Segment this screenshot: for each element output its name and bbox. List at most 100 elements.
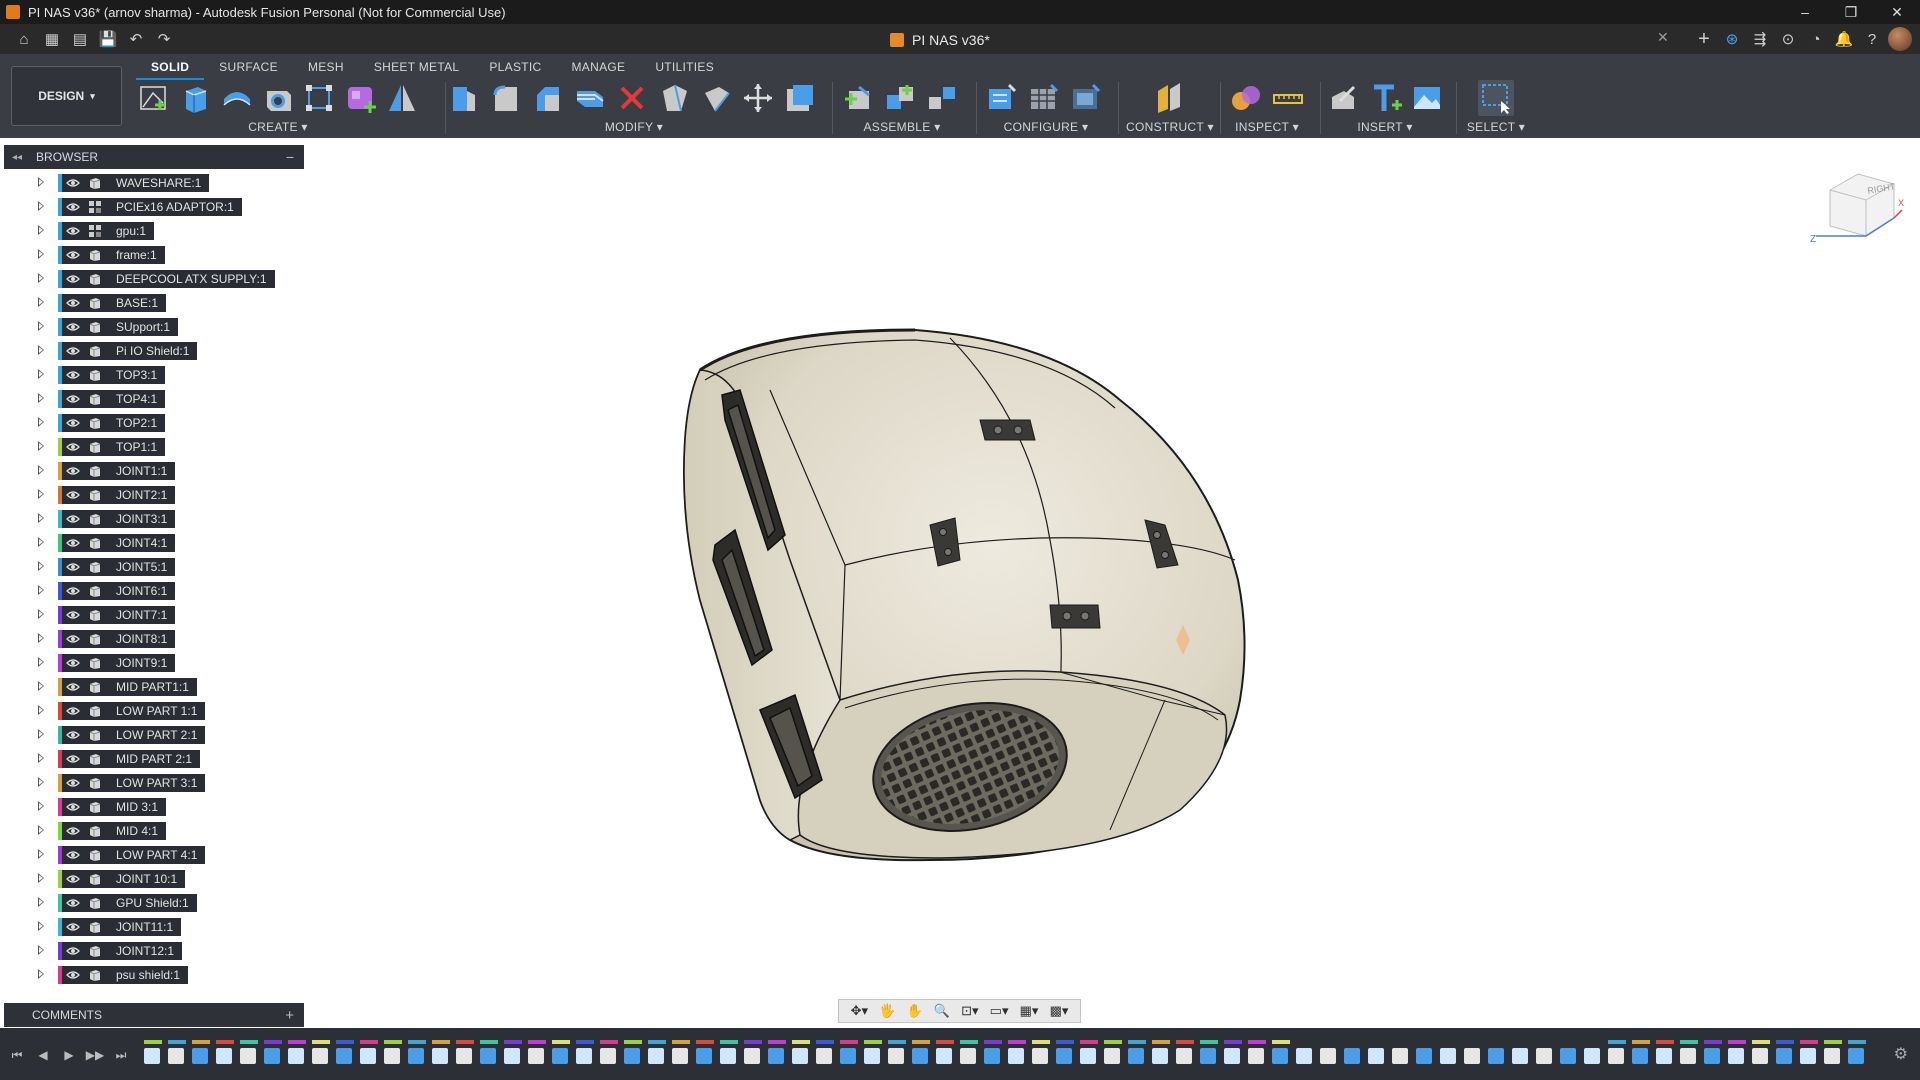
interference-icon[interactable] (1228, 80, 1264, 116)
eye-icon[interactable] (62, 846, 84, 864)
timeline-feature[interactable] (792, 1048, 808, 1064)
expand-arrow-icon[interactable] (38, 297, 44, 307)
browser-item[interactable]: PCIEx16 ADAPTOR:1 (58, 198, 242, 216)
browser-item[interactable]: psu shield:1 (58, 966, 189, 984)
timeline-feature[interactable] (816, 1048, 832, 1064)
timeline-feature[interactable] (1248, 1048, 1264, 1064)
eye-icon[interactable] (62, 822, 84, 840)
insert-canvas-icon[interactable] (1409, 80, 1445, 116)
timeline-feature[interactable] (384, 1048, 400, 1064)
timeline-forward-icon[interactable]: ▶▶ (86, 1046, 104, 1064)
eye-icon[interactable] (62, 966, 84, 984)
timeline-feature[interactable] (1656, 1048, 1672, 1064)
timeline-feature[interactable] (1200, 1048, 1216, 1064)
eye-icon[interactable] (62, 246, 84, 264)
expand-arrow-icon[interactable] (38, 393, 44, 403)
tab-solid[interactable]: SOLID (136, 56, 205, 80)
timeline-feature[interactable] (1392, 1048, 1408, 1064)
timeline-feature[interactable] (1104, 1048, 1120, 1064)
notifications-icon[interactable]: 🔔 (1832, 27, 1856, 51)
revolve-icon[interactable] (219, 80, 254, 116)
insert-menu[interactable]: INSERT ▾ (1324, 120, 1446, 134)
expand-arrow-icon[interactable] (38, 561, 44, 571)
timeline-back-icon[interactable]: ◀ (34, 1046, 52, 1064)
move-copy-icon[interactable] (740, 80, 776, 116)
minimize-button[interactable]: – (1782, 4, 1828, 21)
help-icon[interactable]: ? (1860, 27, 1884, 51)
timeline-feature[interactable] (840, 1048, 856, 1064)
timeline-feature[interactable] (576, 1048, 592, 1064)
expand-arrow-icon[interactable] (38, 897, 44, 907)
timeline-feature[interactable] (1272, 1048, 1288, 1064)
pattern-icon[interactable] (302, 80, 337, 116)
browser-item[interactable]: JOINT5:1 (58, 558, 176, 576)
press-pull-icon[interactable] (446, 80, 482, 116)
eye-icon[interactable] (62, 174, 84, 192)
browser-item[interactable]: LOW PART 1:1 (58, 702, 206, 720)
timeline-feature[interactable] (432, 1048, 448, 1064)
add-comment-icon[interactable]: + (285, 1007, 294, 1024)
new-component-icon[interactable] (840, 80, 876, 116)
display-settings-icon[interactable]: ▭▾ (990, 1003, 1009, 1019)
timeline-feature[interactable] (264, 1048, 280, 1064)
timeline-feature[interactable] (1344, 1048, 1360, 1064)
timeline-feature[interactable] (360, 1048, 376, 1064)
look-at-icon[interactable]: 🖐 (879, 1003, 895, 1019)
timeline-feature[interactable] (1320, 1048, 1336, 1064)
timeline-feature[interactable] (504, 1048, 520, 1064)
grid-icon[interactable]: ▦ (40, 28, 64, 50)
browser-item[interactable]: BASE:1 (58, 294, 167, 312)
expand-arrow-icon[interactable] (38, 417, 44, 427)
browser-item[interactable]: JOINT 10:1 (58, 870, 186, 888)
timeline-feature[interactable] (912, 1048, 928, 1064)
as-built-joint-icon[interactable] (924, 80, 960, 116)
eye-icon[interactable] (62, 414, 84, 432)
home-icon[interactable]: ⌂ (12, 28, 36, 50)
expand-arrow-icon[interactable] (38, 729, 44, 739)
eye-icon[interactable] (62, 582, 84, 600)
timeline-feature[interactable] (1512, 1048, 1528, 1064)
expand-arrow-icon[interactable] (38, 657, 44, 667)
expand-arrow-icon[interactable] (38, 681, 44, 691)
eye-icon[interactable] (62, 438, 84, 456)
expand-arrow-icon[interactable] (38, 969, 44, 979)
browser-item[interactable]: TOP2:1 (58, 414, 166, 432)
eye-icon[interactable] (62, 198, 84, 216)
browser-item[interactable]: TOP3:1 (58, 366, 166, 384)
timeline-feature[interactable] (1416, 1048, 1432, 1064)
timeline-feature[interactable] (552, 1048, 568, 1064)
timeline-feature[interactable] (1464, 1048, 1480, 1064)
eye-icon[interactable] (62, 654, 84, 672)
measure-icon[interactable] (1270, 80, 1306, 116)
browser-item[interactable]: TOP4:1 (58, 390, 166, 408)
eye-icon[interactable] (62, 750, 84, 768)
expand-arrow-icon[interactable] (38, 873, 44, 883)
eye-icon[interactable] (62, 606, 84, 624)
browser-item[interactable]: LOW PART 3:1 (58, 774, 206, 792)
eye-icon[interactable] (62, 222, 84, 240)
timeline-feature[interactable] (936, 1048, 952, 1064)
table-icon[interactable] (1026, 80, 1062, 116)
browser-item[interactable]: MID PART 2:1 (58, 750, 201, 768)
user-avatar[interactable] (1888, 27, 1912, 51)
timeline-feature[interactable] (456, 1048, 472, 1064)
browser-item[interactable]: GPU Shield:1 (58, 894, 197, 912)
timeline-feature[interactable] (1224, 1048, 1240, 1064)
timeline-feature[interactable] (1704, 1048, 1720, 1064)
expand-arrow-icon[interactable] (38, 465, 44, 475)
expand-arrow-icon[interactable] (38, 201, 44, 211)
timeline-feature[interactable] (888, 1048, 904, 1064)
extrude-icon[interactable] (177, 80, 212, 116)
browser-item[interactable]: SUpport:1 (58, 318, 179, 336)
online-status-icon[interactable]: ⊙ (1776, 27, 1800, 51)
timeline-feature[interactable] (1536, 1048, 1552, 1064)
timeline-feature[interactable] (1848, 1048, 1864, 1064)
eye-icon[interactable] (62, 630, 84, 648)
timeline-start-icon[interactable]: ⏮ (8, 1046, 26, 1064)
eye-icon[interactable] (62, 270, 84, 288)
tab-sheet-metal[interactable]: SHEET METAL (359, 56, 475, 80)
comments-panel-header[interactable]: COMMENTS + (4, 1003, 304, 1027)
eye-icon[interactable] (62, 726, 84, 744)
timeline-feature[interactable] (1800, 1048, 1816, 1064)
browser-item[interactable]: gpu:1 (58, 222, 155, 240)
